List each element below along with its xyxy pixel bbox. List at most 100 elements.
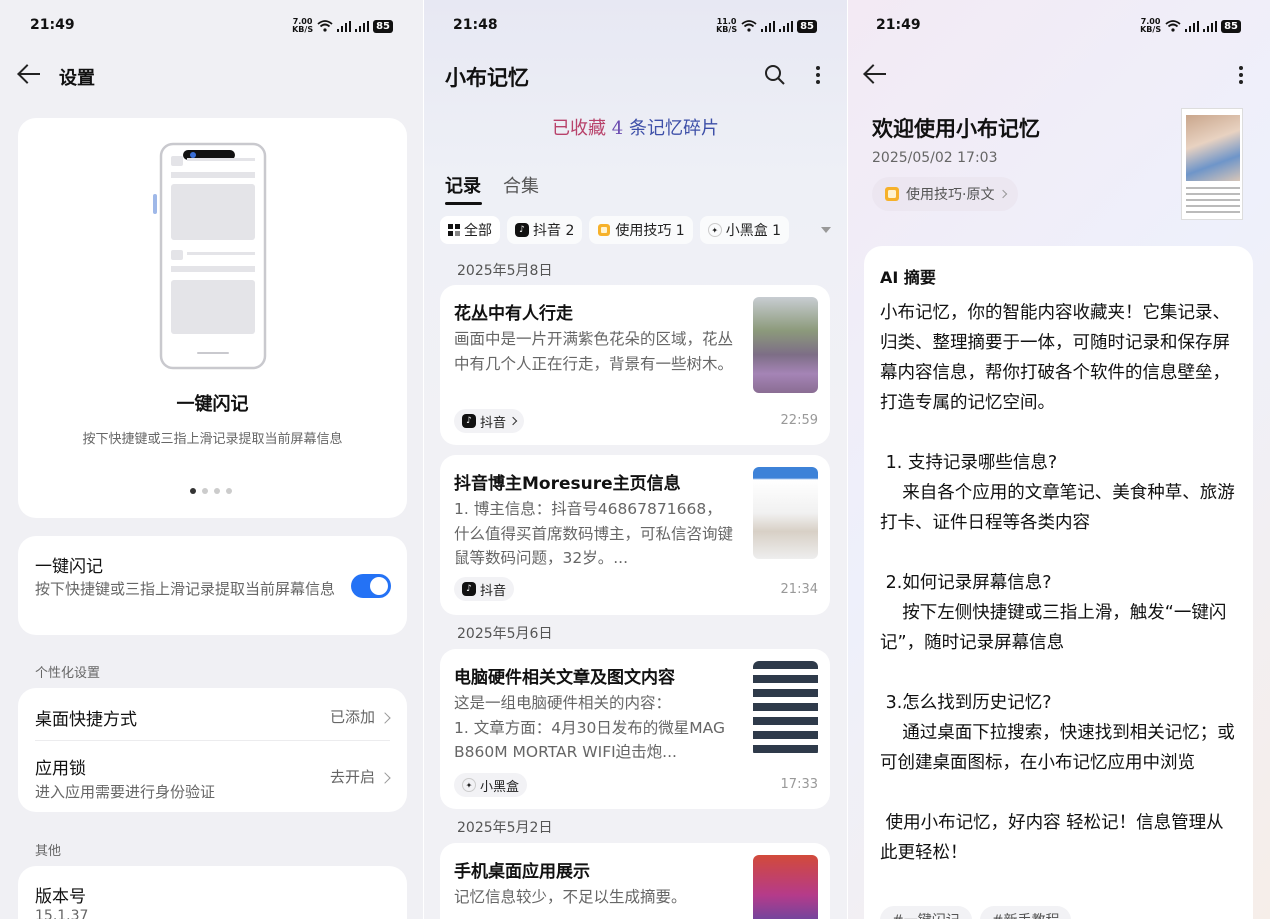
indicator-dot <box>202 488 208 494</box>
toggle-knob <box>370 577 388 595</box>
source-tag[interactable]: ♪ 抖音 <box>454 577 515 601</box>
back-icon[interactable] <box>18 62 42 86</box>
memory-summary: 这是一组电脑硬件相关的内容： 1. 文章方面：4月30日发布的微星MAG B86… <box>454 694 726 761</box>
chip-label: 抖音 2 <box>533 223 575 239</box>
chip-douyin[interactable]: ♪ 抖音 2 <box>507 216 583 244</box>
personal-settings-group: 桌面快捷方式 已添加 应用锁 进入应用需要进行身份验证 去开启 <box>18 688 407 812</box>
indicator-dot-active <box>190 488 196 494</box>
status-time: 21:49 <box>30 17 75 33</box>
app-lock-label: 应用锁 <box>35 759 86 779</box>
section-personal-label: 个性化设置 <box>35 666 101 681</box>
status-time: 21:48 <box>453 17 498 33</box>
profile-thumbnail <box>753 467 818 559</box>
memory-time: 22:59 <box>780 413 818 428</box>
banner-suffix: 条记忆碎片 <box>623 118 719 139</box>
signal-icon <box>1185 20 1200 32</box>
hashtag-row: #一键闪记 #新手教程 <box>880 906 1072 919</box>
network-speed: 7.00 KB/S <box>292 17 314 34</box>
chip-label: 使用技巧 1 <box>615 223 685 239</box>
source-tag[interactable]: ♪ 抖音 <box>454 409 525 433</box>
search-icon[interactable] <box>764 64 786 86</box>
memory-detail-screen: 21:49 7.00 KB/S 85 欢迎使用小布记忆 2025/05/02 1… <box>848 0 1270 919</box>
hardware-thumbnail <box>753 661 818 757</box>
memory-card[interactable]: 花丛中有人行走 画面中是一片开满紫色花朵的区域，花丛中有几个人正在行走，背景有一… <box>440 285 830 445</box>
hashtag[interactable]: #一键闪记 <box>880 906 972 919</box>
flower-thumbnail <box>753 297 818 393</box>
flash-note-setting[interactable]: 一键闪记 按下快捷键或三指上滑记录提取当前屏幕信息 <box>18 536 407 635</box>
source-label: 抖音 <box>480 415 507 431</box>
status-icons: 7.00 KB/S 85 <box>292 18 393 34</box>
battery-icon: 85 <box>1221 19 1241 33</box>
hashtag[interactable]: #新手教程 <box>979 906 1072 919</box>
chip-xiaoheihe[interactable]: ✦ 小黑盒 1 <box>699 216 790 244</box>
memory-summary: 记忆信息较少，不足以生成摘要。 <box>454 888 687 906</box>
chevron-right-icon <box>379 711 391 724</box>
chevron-right-icon <box>999 189 1008 199</box>
banner-count: 4 <box>611 118 624 139</box>
app-lock-value: 去开启 <box>329 766 391 787</box>
network-speed: 11.0 KB/S <box>716 17 738 34</box>
grid-icon <box>448 224 460 236</box>
indicator-dot <box>226 488 232 494</box>
thumbnail-image <box>1186 115 1240 181</box>
memory-header: 小布记忆 <box>424 52 847 96</box>
source-tag[interactable]: 使用技巧·原文 <box>872 177 1019 211</box>
date-header: 2025年5月2日 <box>457 820 553 836</box>
back-icon[interactable] <box>864 62 888 86</box>
chevron-right-icon <box>508 416 518 426</box>
tab-records[interactable]: 记录 <box>445 172 481 198</box>
memory-card[interactable]: 手机桌面应用展示 记忆信息较少，不足以生成摘要。 <box>440 843 830 919</box>
app-lock-status: 去开启 <box>329 768 375 786</box>
version-row: 版本号 15.1.37 <box>18 866 407 919</box>
battery-icon: 85 <box>373 19 393 33</box>
settings-screen: 21:49 7.00 KB/S 85 设置 一键闪记 按下快捷键或三指上滑记录提… <box>0 0 423 919</box>
shortcut-status: 已添加 <box>329 708 375 726</box>
source-tag[interactable]: ✦ 小黑盒 <box>454 773 528 797</box>
tab-active-underline <box>445 202 482 205</box>
status-icons: 11.0 KB/S 85 <box>716 18 817 34</box>
tips-icon <box>598 224 611 236</box>
memory-card[interactable]: 抖音博主Moresure主页信息 1. 博主信息：抖音号46867871668，… <box>440 455 830 615</box>
status-bar: 21:49 7.00 KB/S 85 <box>0 0 423 48</box>
wifi-icon <box>317 20 333 32</box>
screenshot-thumbnail[interactable] <box>1181 108 1243 220</box>
phone-illustration <box>153 142 267 370</box>
status-bar: 21:48 11.0 KB/S 85 <box>424 0 847 48</box>
wifi-icon <box>1165 20 1181 32</box>
app-root: 21:49 7.00 KB/S 85 设置 一键闪记 按下快捷键或三指上滑记录提… <box>0 0 1270 919</box>
memory-title: 电脑硬件相关文章及图文内容 <box>454 668 675 688</box>
page-indicator <box>190 488 232 494</box>
more-icon[interactable] <box>815 65 821 85</box>
battery-icon: 85 <box>797 19 817 33</box>
chip-all[interactable]: 全部 <box>440 216 500 244</box>
detail-header <box>848 52 1270 96</box>
tab-collections[interactable]: 合集 <box>503 172 539 198</box>
expand-filter-icon[interactable] <box>821 227 831 233</box>
page-title: 设置 <box>59 68 95 89</box>
source-label: 使用技巧·原文 <box>906 187 995 203</box>
status-time: 21:49 <box>876 17 921 33</box>
signal-icon-2 <box>1203 20 1218 32</box>
signal-icon <box>761 20 776 32</box>
more-icon[interactable] <box>1238 65 1244 85</box>
chip-tips[interactable]: 使用技巧 1 <box>589 216 693 244</box>
homescreen-thumbnail <box>753 855 818 919</box>
status-icons: 7.00 KB/S 85 <box>1140 18 1241 34</box>
source-label: 小黑盒 <box>480 779 520 795</box>
memory-list-screen: 21:48 11.0 KB/S 85 小布记忆 已收藏 4 条记忆碎片 记录 合… <box>424 0 847 919</box>
detail-title: 欢迎使用小布记忆 <box>872 117 1040 141</box>
shortcut-row[interactable]: 桌面快捷方式 已添加 <box>18 688 407 740</box>
date-header: 2025年5月8日 <box>457 263 553 279</box>
memory-card[interactable]: 电脑硬件相关文章及图文内容 这是一组电脑硬件相关的内容： 1. 文章方面：4月3… <box>440 649 830 809</box>
wifi-icon <box>741 20 757 32</box>
onboarding-desc: 按下快捷键或三指上滑记录提取当前屏幕信息 <box>82 432 343 447</box>
memory-summary: 1. 博主信息：抖音号46867871668，什么值得买首席数码博主，可私信咨询… <box>454 500 734 567</box>
app-lock-row[interactable]: 应用锁 进入应用需要进行身份验证 去开启 <box>18 741 407 812</box>
signal-icon <box>337 20 352 32</box>
ai-summary-heading: AI 摘要 <box>880 268 936 287</box>
flash-note-toggle[interactable] <box>351 574 391 598</box>
version-value: 15.1.37 <box>35 908 89 919</box>
chevron-right-icon <box>379 771 391 784</box>
ai-summary-body: 小布记忆，你的智能内容收藏夹！它集记录、归类、整理摘要于一体，可随时记录和保存屏… <box>880 303 1235 863</box>
douyin-icon: ♪ <box>515 223 529 237</box>
